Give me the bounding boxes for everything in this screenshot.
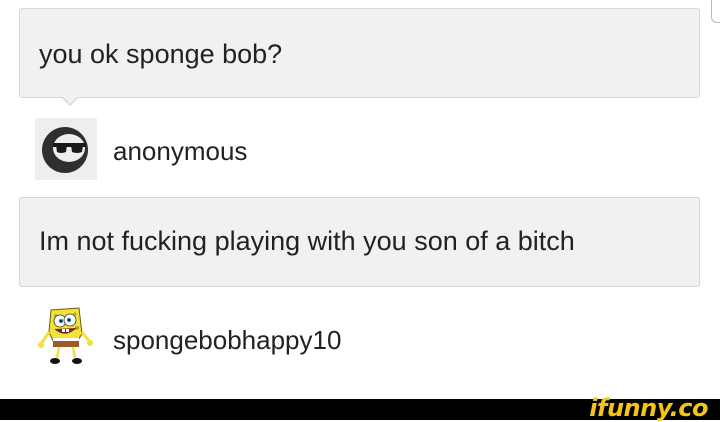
answer-bubble: Im not fucking playing with you son of a… (19, 197, 700, 287)
question-text: you ok sponge bob? (39, 39, 283, 69)
ifunny-watermark-logo: ifunny.co (589, 394, 708, 422)
question-bubble: you ok sponge bob? (19, 8, 700, 98)
anonymous-sunglasses-avatar-icon[interactable] (35, 118, 97, 180)
answer-text: Im not fucking playing with you son of a… (39, 226, 575, 256)
spongebob-avatar-icon[interactable] (35, 304, 97, 366)
window-corner-edge (711, 0, 720, 23)
question-author-name[interactable]: anonymous (113, 136, 247, 167)
answer-author-name[interactable]: spongebobhappy10 (113, 325, 341, 356)
question-bubble-pointer (61, 96, 79, 106)
